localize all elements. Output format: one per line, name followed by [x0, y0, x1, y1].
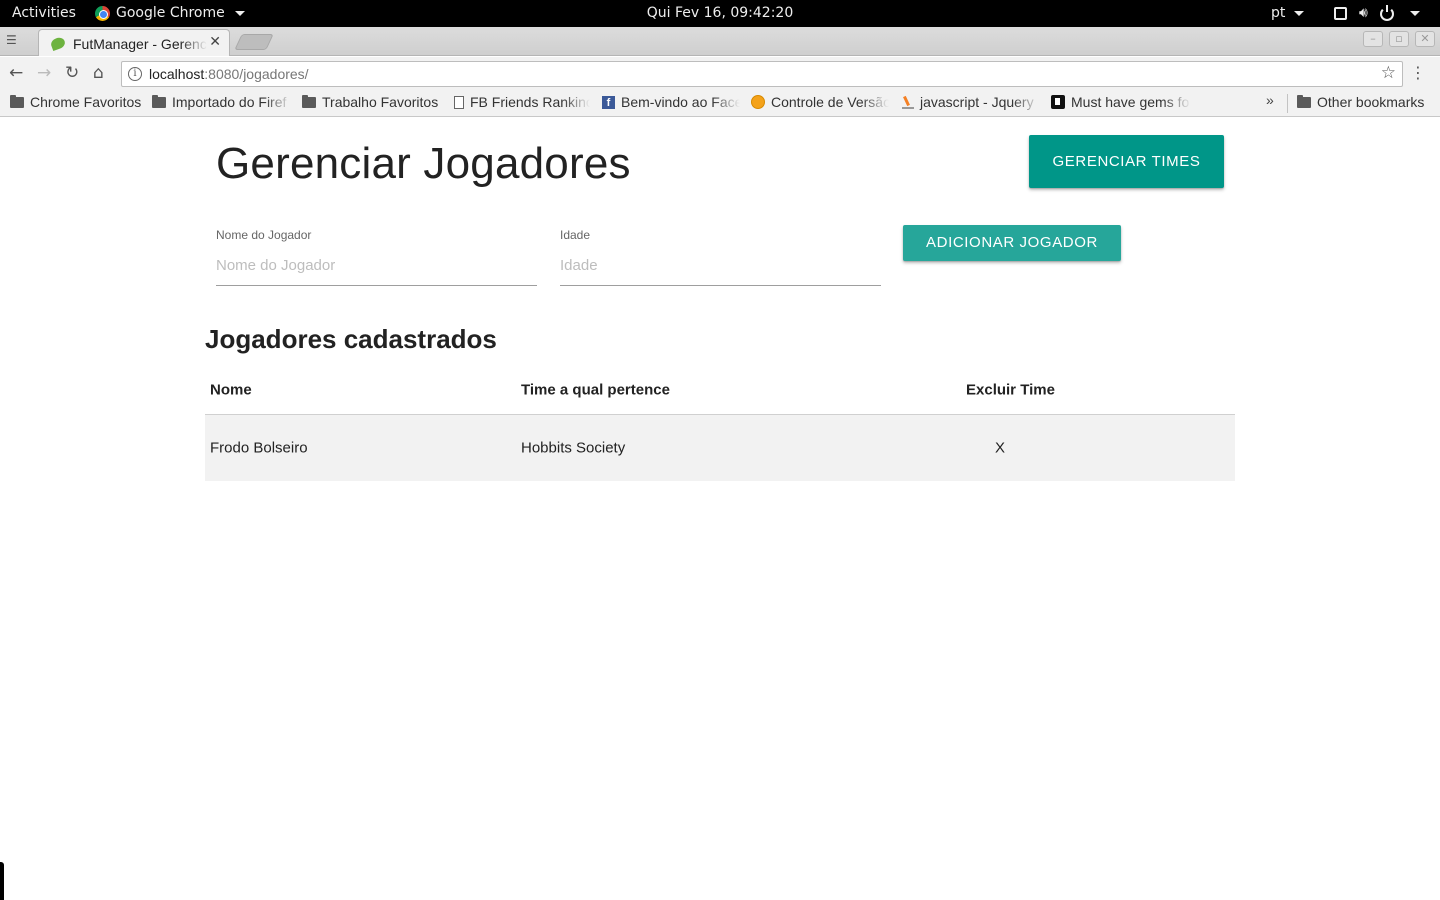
dock-edge: [0, 862, 4, 900]
tab-strip: ☰ FutManager - Gerenc ✕ – ▫ ✕: [0, 27, 1440, 56]
page-title: Gerenciar Jogadores: [216, 139, 631, 188]
add-player-button[interactable]: Adicionar Jogador: [903, 225, 1121, 261]
player-team-cell: Hobbits Society: [521, 439, 626, 457]
player-name-input[interactable]: [216, 246, 537, 286]
globe-icon: [751, 95, 765, 109]
manage-teams-button[interactable]: Gerenciar Times: [1029, 135, 1224, 188]
bookmark-item[interactable]: Controle de Versão: [751, 94, 889, 110]
player-name-field: Nome do Jogador: [216, 228, 537, 286]
column-header-team: Time a qual pertence: [521, 381, 670, 399]
leaf-icon: [49, 35, 67, 52]
close-window-button[interactable]: ✕: [1415, 31, 1435, 47]
new-tab-button[interactable]: [234, 34, 274, 50]
browser-toolbar: ← → ↻ ⌂ i localhost:8080/jogadores/ ☆ ⋮: [0, 57, 1440, 90]
keyboard-layout-menu[interactable]: pt: [1271, 0, 1304, 27]
column-header-delete: Excluir Time: [966, 381, 1055, 399]
chevron-down-icon: [1409, 11, 1420, 16]
window-icon: [1334, 7, 1347, 20]
folder-icon: [302, 94, 316, 108]
system-top-bar: Activities Google Chrome Qui Fev 16, 09:…: [0, 0, 1440, 27]
folder-icon: [1297, 94, 1311, 108]
player-age-label: Idade: [560, 228, 591, 242]
reload-button[interactable]: ↻: [65, 63, 79, 83]
info-icon[interactable]: i: [128, 67, 142, 81]
player-name-label: Nome do Jogador: [216, 228, 312, 242]
close-icon[interactable]: ✕: [209, 34, 221, 50]
player-age-input[interactable]: [560, 246, 881, 286]
bookmark-item[interactable]: Importado do Firef: [152, 94, 292, 110]
folder-icon: [152, 94, 166, 108]
stackoverflow-icon: [902, 95, 914, 109]
column-header-name: Nome: [210, 381, 252, 399]
players-list-title: Jogadores cadastrados: [205, 324, 497, 354]
minimize-button[interactable]: –: [1363, 31, 1383, 47]
player-age-field: Idade: [560, 228, 881, 286]
table-row: Frodo Bolseiro Hobbits Society X: [205, 415, 1235, 481]
bookmark-item[interactable]: FB Friends Rankinc: [454, 94, 590, 110]
forward-button[interactable]: →: [37, 63, 51, 83]
player-name-cell: Frodo Bolseiro: [210, 439, 308, 457]
table-header: Nome Time a qual pertence Excluir Time: [205, 366, 1235, 415]
bookmark-star-icon[interactable]: ☆: [1381, 63, 1396, 83]
clock[interactable]: Qui Fev 16, 09:42:20: [0, 0, 1440, 27]
url-text: localhost:8080/jogadores/: [149, 66, 309, 82]
page-icon: [454, 95, 464, 109]
chevron-down-icon: [1293, 10, 1304, 16]
tab-title: FutManager - Gerenc: [73, 36, 207, 52]
bookmark-item[interactable]: Trabalho Favoritos: [302, 94, 444, 110]
browser-tab[interactable]: FutManager - Gerenc ✕: [38, 29, 230, 56]
keyboard-layout-label: pt: [1271, 5, 1286, 21]
back-button[interactable]: ←: [9, 63, 23, 83]
incognito-icon: ☰: [6, 33, 17, 47]
bookmark-item[interactable]: Chrome Favoritos: [10, 94, 145, 110]
bookmarks-bar: Chrome Favoritos Importado do Firef Trab…: [0, 90, 1440, 117]
bookmark-item[interactable]: javascript - Jquery: [902, 94, 1040, 110]
power-icon: [1379, 4, 1394, 21]
delete-player-button[interactable]: X: [995, 440, 1005, 457]
bookmark-item[interactable]: f Bem-vindo ao Face: [602, 94, 740, 110]
address-bar[interactable]: i localhost:8080/jogadores/ ☆: [121, 61, 1403, 87]
more-bookmarks-button[interactable]: »: [1266, 92, 1274, 108]
divider: [1287, 94, 1288, 113]
players-table: Nome Time a qual pertence Excluir Time F…: [205, 366, 1235, 481]
gem-icon: [1051, 95, 1065, 109]
facebook-icon: f: [602, 95, 615, 109]
page-content: Gerenciar Jogadores Gerenciar Times Nome…: [0, 118, 1440, 900]
other-bookmarks-folder[interactable]: Other bookmarks: [1297, 94, 1432, 110]
chrome-menu-button[interactable]: ⋮: [1410, 63, 1426, 82]
maximize-button[interactable]: ▫: [1389, 31, 1409, 47]
folder-icon: [10, 94, 24, 108]
home-button[interactable]: ⌂: [93, 63, 104, 83]
bookmark-item[interactable]: Must have gems fo: [1051, 94, 1191, 110]
volume-icon: 🔊︎: [1359, 5, 1368, 21]
system-status-menu[interactable]: 🔊︎: [1334, 0, 1420, 27]
